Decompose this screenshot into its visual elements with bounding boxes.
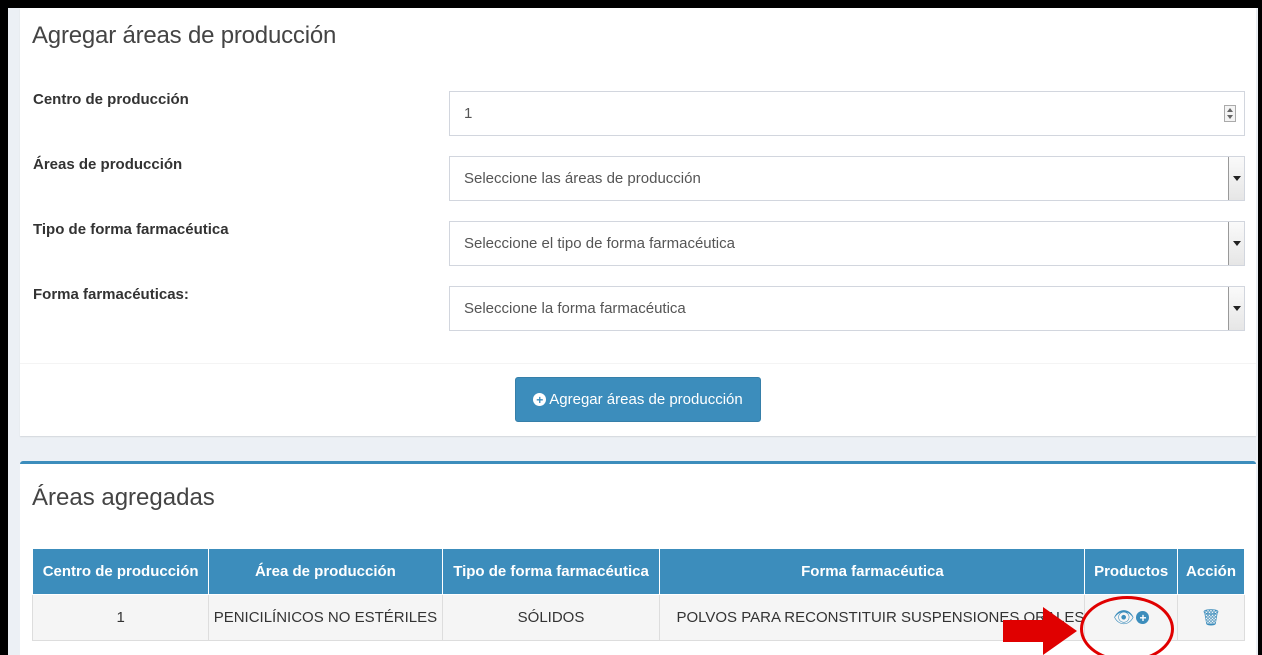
table-row: 1 PENICILÍNICOS NO ESTÉRILES SÓLIDOS POL…: [31, 594, 1245, 641]
column-header: Productos: [1084, 548, 1179, 595]
forma-select-placeholder: Seleccione la forma farmacéutica: [464, 300, 686, 317]
areas-row: Áreas de producción Seleccione las áreas…: [20, 156, 1256, 202]
plus-circle-icon: +: [533, 393, 547, 406]
forma-row: Forma farmacéuticas: Seleccione la forma…: [20, 286, 1256, 332]
table-title: Áreas agregadas: [32, 484, 215, 511]
number-spinner[interactable]: [1224, 105, 1236, 122]
centro-input[interactable]: 1: [449, 91, 1245, 136]
centro-value: 1: [464, 105, 473, 122]
cell-tipo: SÓLIDOS: [441, 594, 661, 641]
form-title: Agregar áreas de producción: [32, 22, 337, 49]
cell-accion: 🗑: [1177, 594, 1245, 641]
table-header-row: Centro de producción Área de producción …: [31, 548, 1245, 595]
chevron-down-icon[interactable]: [1228, 222, 1244, 265]
areas-select[interactable]: Seleccione las áreas de producción: [449, 156, 1245, 201]
centro-label: Centro de producción: [33, 91, 189, 108]
tipo-select[interactable]: Seleccione el tipo de forma farmacéutica: [449, 221, 1245, 266]
chevron-down-icon[interactable]: [1228, 287, 1244, 330]
eye-icon[interactable]: 👁: [1113, 608, 1135, 627]
add-areas-form: Agregar áreas de producción Centro de pr…: [20, 8, 1256, 436]
forma-label: Forma farmacéuticas:: [33, 286, 189, 303]
column-header: Área de producción: [208, 548, 443, 595]
added-areas-panel: Áreas agregadas Centro de producción Áre…: [20, 461, 1256, 655]
trash-icon[interactable]: 🗑: [1201, 610, 1221, 627]
plus-circle-icon[interactable]: +: [1136, 611, 1150, 624]
add-areas-button[interactable]: + Agregar áreas de producción: [515, 377, 761, 422]
cell-productos: 👁 +: [1084, 594, 1179, 641]
add-areas-button-label: Agregar áreas de producción: [549, 391, 743, 408]
column-header: Centro de producción: [31, 548, 210, 595]
cell-centro: 1: [31, 594, 210, 641]
tipo-row: Tipo de forma farmacéutica Seleccione el…: [20, 221, 1256, 267]
column-header: Forma farmacéutica: [659, 548, 1086, 595]
chevron-down-icon[interactable]: [1228, 157, 1244, 200]
form-divider: [20, 363, 1256, 364]
tipo-label: Tipo de forma farmacéutica: [33, 221, 229, 238]
spinner-down-icon[interactable]: [1227, 115, 1233, 120]
areas-table: Centro de producción Área de producción …: [31, 548, 1245, 641]
cell-area: PENICILÍNICOS NO ESTÉRILES: [208, 594, 443, 641]
forma-select[interactable]: Seleccione la forma farmacéutica: [449, 286, 1245, 331]
spinner-up-icon[interactable]: [1227, 107, 1233, 112]
tipo-select-placeholder: Seleccione el tipo de forma farmacéutica: [464, 235, 735, 252]
centro-row: Centro de producción 1: [20, 91, 1256, 137]
cell-forma: POLVOS PARA RECONSTITUIR SUSPENSIONES OR…: [659, 594, 1086, 641]
areas-select-placeholder: Seleccione las áreas de producción: [464, 170, 701, 187]
areas-label: Áreas de producción: [33, 156, 183, 173]
column-header: Tipo de forma farmacéutica: [441, 548, 661, 595]
column-header: Acción: [1177, 548, 1245, 595]
page: Agregar áreas de producción Centro de pr…: [8, 8, 1258, 655]
